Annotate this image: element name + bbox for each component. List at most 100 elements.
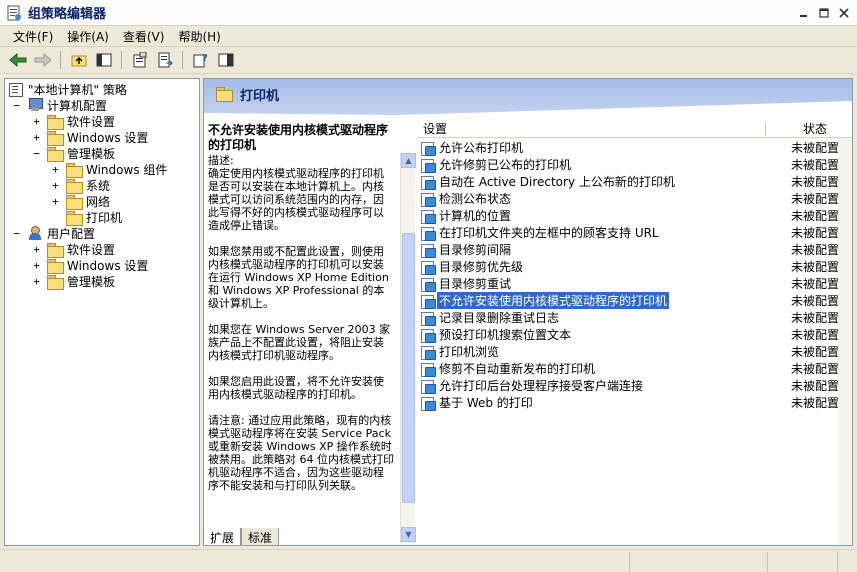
collapse-icon[interactable]: − [32, 148, 41, 159]
collapse-icon[interactable]: − [12, 100, 21, 111]
folder-icon [47, 130, 64, 146]
tree-item-windows-components[interactable]: + Windows 组件 [51, 161, 167, 178]
tree-label: Windows 设置 [67, 258, 149, 273]
tree-label: 用户配置 [47, 226, 96, 241]
menu-file[interactable]: 文件(F) [6, 26, 60, 47]
setting-name: 打印机浏览 [439, 345, 500, 359]
console-tree[interactable]: "本地计算机" 策略 − 计算机配置 + 软件设置 + Windows 设置 −… [4, 78, 200, 546]
list-item[interactable]: 允许修剪已公布的打印机 未被配置 [417, 156, 852, 173]
tree-item-network[interactable]: + 网络 [51, 193, 111, 210]
tree-item-user-software-settings[interactable]: + 软件设置 [32, 241, 115, 258]
expand-icon[interactable]: + [32, 132, 41, 143]
expand-icon[interactable]: + [32, 260, 41, 271]
tree-item-printers[interactable]: 打印机 [66, 209, 122, 226]
expand-icon[interactable]: + [51, 196, 60, 207]
up-one-level-button[interactable] [67, 49, 90, 71]
close-button[interactable] [835, 5, 853, 21]
setting-status: 未被配置 [791, 396, 840, 410]
setting-name: 在打印机文件夹的左框中的顾客支持 URL [439, 226, 659, 240]
tree-item-computer-config[interactable]: − 计算机配置 [12, 97, 107, 113]
settings-list[interactable]: 设置 状态 允许公布打印机 未被配置 允许修剪已公布的打印机 未被配置 自动在 Acti… [417, 121, 852, 545]
maximize-button[interactable] [815, 5, 833, 21]
column-header-status[interactable]: 状态 [797, 121, 827, 138]
column-header-setting[interactable]: 设置 [417, 121, 447, 138]
tree-item-system[interactable]: + 系统 [51, 177, 110, 194]
policy-setting-icon [421, 209, 436, 224]
tree-label: Windows 设置 [67, 130, 149, 145]
list-item[interactable]: 不允许安装使用内核模式驱动程序的打印机 未被配置 [417, 292, 852, 309]
tree-item-local-computer-policy[interactable]: "本地计算机" 策略 [8, 81, 127, 97]
tree-item-user-admin-templates[interactable]: + 管理模板 [32, 273, 115, 290]
scroll-thumb[interactable] [402, 233, 415, 503]
tree-item-user-config[interactable]: − 用户配置 [12, 225, 95, 241]
menu-view[interactable]: 查看(V) [116, 26, 172, 47]
policy-setting-icon [421, 175, 436, 190]
menu-action[interactable]: 操作(A) [60, 26, 116, 47]
list-item[interactable]: 修剪不自动重新发布的打印机 未被配置 [417, 360, 852, 377]
forward-button[interactable] [31, 49, 54, 71]
description-title: 不允许安装使用内核模式驱动程序的打印机 [208, 123, 389, 152]
list-item[interactable]: 允许打印后台处理程序接受客户端连接 未被配置 [417, 377, 852, 394]
properties-button[interactable] [128, 49, 151, 71]
expand-icon[interactable]: + [51, 164, 60, 175]
tree-label: 网络 [86, 194, 111, 209]
scroll-down-icon[interactable]: ▼ [401, 527, 416, 542]
menu-help[interactable]: 帮助(H) [171, 26, 227, 47]
list-item[interactable]: 打印机浏览 未被配置 [417, 343, 852, 360]
list-item[interactable]: 计算机的位置 未被配置 [417, 207, 852, 224]
description-body: 描述: 确定使用内核模式驱动程序的打印机是否可以安装在本地计算机上。内核模式可以… [208, 154, 394, 492]
policy-icon [8, 82, 24, 97]
scroll-up-icon[interactable]: ▲ [401, 153, 416, 168]
back-button[interactable] [6, 49, 29, 71]
tree-item-computer-windows-settings[interactable]: + Windows 设置 [32, 129, 149, 146]
list-item[interactable]: 目录修剪重试 未被配置 [417, 275, 852, 292]
column-divider[interactable] [765, 123, 766, 136]
console-tree-button[interactable] [214, 49, 237, 71]
show-hide-tree-button[interactable] [92, 49, 115, 71]
expand-icon[interactable]: + [32, 276, 41, 287]
setting-name: 预设打印机搜索位置文本 [439, 328, 572, 342]
menu-bar: 文件(F) 操作(A) 查看(V) 帮助(H) [0, 26, 857, 47]
tab-standard[interactable]: 标准 [241, 528, 280, 546]
list-item[interactable]: 允许公布打印机 未被配置 [417, 139, 852, 156]
tab-extended[interactable]: 扩展 [203, 528, 242, 546]
collapse-icon[interactable]: − [12, 228, 21, 239]
export-list-button[interactable] [153, 49, 176, 71]
description-panel: 不允许安装使用内核模式驱动程序的打印机 描述: 确定使用内核模式驱动程序的打印机… [204, 121, 416, 542]
setting-name: 记录目录删除重试日志 [439, 311, 560, 325]
list-item[interactable]: 检测公布状态 未被配置 [417, 190, 852, 207]
setting-name: 目录修剪间隔 [439, 243, 512, 257]
expand-icon[interactable]: + [51, 180, 60, 191]
description-scrollbar[interactable]: ▲ ▼ [400, 153, 416, 542]
tree-item-user-windows-settings[interactable]: + Windows 设置 [32, 257, 149, 274]
list-item[interactable]: 目录修剪优先级 未被配置 [417, 258, 852, 275]
open-folder-icon [66, 210, 83, 226]
setting-status: 未被配置 [791, 141, 840, 155]
tree-item-computer-software-settings[interactable]: + 软件设置 [32, 113, 115, 130]
expand-icon[interactable]: + [32, 116, 41, 127]
folder-icon [66, 194, 83, 210]
setting-status: 未被配置 [791, 209, 840, 223]
group-policy-app-icon [6, 5, 22, 21]
list-item[interactable]: 目录修剪间隔 未被配置 [417, 241, 852, 258]
list-item[interactable]: 自动在 Active Directory 上公布新的打印机 未被配置 [417, 173, 852, 190]
list-item[interactable]: 基于 Web 的打印 未被配置 [417, 394, 852, 411]
setting-name: 检测公布状态 [439, 192, 512, 206]
tree-label: "本地计算机" 策略 [28, 82, 127, 97]
list-item[interactable]: 预设打印机搜索位置文本 未被配置 [417, 326, 852, 343]
help-button[interactable]: ? [189, 49, 212, 71]
tree-item-computer-admin-templates[interactable]: − 管理模板 [32, 145, 115, 162]
minimize-button[interactable] [795, 5, 813, 21]
status-cell [768, 552, 838, 572]
forward-icon [34, 53, 52, 67]
expand-icon[interactable]: + [32, 244, 41, 255]
list-item[interactable]: 记录目录删除重试日志 未被配置 [417, 309, 852, 326]
list-vertical-scrollbar[interactable] [838, 138, 852, 545]
policy-setting-icon [421, 243, 436, 258]
computer-icon [27, 98, 43, 112]
list-item[interactable]: 在打印机文件夹的左框中的顾客支持 URL 未被配置 [417, 224, 852, 241]
setting-status: 未被配置 [791, 192, 840, 206]
properties-icon [133, 52, 146, 68]
window-title: 组策略编辑器 [28, 7, 107, 22]
policy-setting-icon [421, 192, 436, 207]
